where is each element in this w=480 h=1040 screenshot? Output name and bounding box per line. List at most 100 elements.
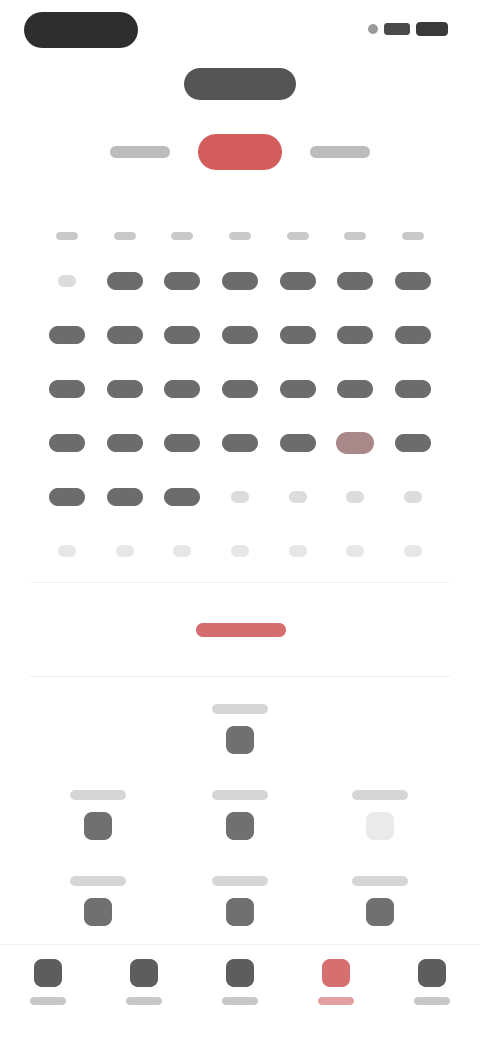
day-cell[interactable]	[106, 434, 143, 452]
day-cell[interactable]	[279, 272, 316, 290]
tab-4-active[interactable]	[318, 959, 354, 1005]
day-cell[interactable]	[106, 272, 143, 290]
day-cell[interactable]	[221, 434, 258, 452]
calendar-week-row	[38, 362, 442, 416]
day-cell[interactable]	[164, 434, 201, 452]
day-cell[interactable]	[346, 491, 365, 503]
day-cell[interactable]	[346, 545, 365, 557]
day-cell[interactable]	[404, 491, 423, 503]
weekday-label	[171, 232, 194, 240]
day-cell[interactable]	[221, 272, 258, 290]
divider	[30, 676, 450, 677]
day-cell[interactable]	[48, 326, 85, 344]
tab-label	[126, 997, 162, 1005]
segment-left[interactable]	[110, 146, 170, 158]
quick-action-item[interactable]	[70, 876, 126, 926]
weekday-label	[113, 232, 136, 240]
quick-action-label	[70, 790, 126, 800]
weekday-label	[344, 232, 367, 240]
day-cell[interactable]	[279, 380, 316, 398]
day-cell[interactable]	[57, 275, 76, 287]
day-cell[interactable]	[395, 434, 432, 452]
weekday-label	[55, 232, 78, 240]
weekday-label	[286, 232, 309, 240]
quick-action-icon	[226, 812, 254, 840]
day-cell[interactable]	[395, 272, 432, 290]
quick-action-item[interactable]	[212, 704, 268, 754]
quick-action-icon	[226, 726, 254, 754]
day-cell[interactable]	[221, 380, 258, 398]
calendar-week-row	[38, 524, 442, 578]
day-cell[interactable]	[279, 326, 316, 344]
day-cell[interactable]	[164, 272, 201, 290]
quick-action-icon	[366, 898, 394, 926]
quick-action-item[interactable]	[352, 790, 408, 840]
day-cell[interactable]	[404, 545, 423, 557]
day-cell[interactable]	[279, 434, 316, 452]
day-cell[interactable]	[230, 545, 249, 557]
quick-action-label	[352, 790, 408, 800]
signal-icon	[384, 23, 410, 35]
page-title	[184, 68, 296, 100]
view-mode-segmented-control[interactable]	[110, 132, 370, 172]
tab-label	[222, 997, 258, 1005]
segment-right[interactable]	[310, 146, 370, 158]
quick-actions-grid	[0, 690, 480, 950]
day-cell[interactable]	[337, 380, 374, 398]
day-cell[interactable]	[57, 545, 76, 557]
tab-5[interactable]	[414, 959, 450, 1005]
day-cell[interactable]	[288, 545, 307, 557]
quick-action-item[interactable]	[352, 876, 408, 926]
weekday-label	[402, 232, 425, 240]
segment-center-active[interactable]	[198, 134, 282, 170]
day-cell[interactable]	[395, 326, 432, 344]
divider	[30, 582, 450, 583]
quick-action-item[interactable]	[70, 790, 126, 840]
quick-action-icon	[366, 812, 394, 840]
tab-2-icon	[130, 959, 158, 987]
quick-action-label	[70, 876, 126, 886]
quick-action-icon	[226, 898, 254, 926]
tab-3[interactable]	[222, 959, 258, 1005]
quick-action-icon	[84, 812, 112, 840]
tab-label	[414, 997, 450, 1005]
day-cell[interactable]	[164, 380, 201, 398]
calendar-week-row	[38, 470, 442, 524]
day-cell[interactable]	[48, 488, 85, 506]
quick-action-icon	[84, 898, 112, 926]
quick-action-label	[212, 790, 268, 800]
quick-action-item[interactable]	[212, 790, 268, 840]
day-cell[interactable]	[48, 380, 85, 398]
day-cell[interactable]	[115, 545, 134, 557]
tab-label	[30, 997, 66, 1005]
tab-1[interactable]	[30, 959, 66, 1005]
day-cell[interactable]	[164, 488, 201, 506]
day-cell[interactable]	[230, 491, 249, 503]
day-cell-today[interactable]	[336, 432, 375, 454]
tab-5-icon	[418, 959, 446, 987]
day-cell[interactable]	[173, 545, 192, 557]
day-cell[interactable]	[106, 488, 143, 506]
day-cell[interactable]	[106, 326, 143, 344]
tab-1-icon	[34, 959, 62, 987]
day-cell[interactable]	[48, 434, 85, 452]
weekday-label	[228, 232, 251, 240]
quick-action-item[interactable]	[212, 876, 268, 926]
day-cell[interactable]	[221, 326, 258, 344]
day-cell[interactable]	[164, 326, 201, 344]
quick-action-label	[212, 876, 268, 886]
day-cell[interactable]	[337, 272, 374, 290]
quick-action-label	[212, 704, 268, 714]
tab-2[interactable]	[126, 959, 162, 1005]
calendar-week-row	[38, 254, 442, 308]
day-cell[interactable]	[288, 491, 307, 503]
battery-icon	[416, 22, 448, 36]
status-bar-indicators	[368, 22, 448, 36]
day-cell[interactable]	[106, 380, 143, 398]
day-cell[interactable]	[337, 326, 374, 344]
day-cell[interactable]	[395, 380, 432, 398]
bottom-tab-bar	[0, 944, 480, 1040]
today-link[interactable]	[196, 623, 286, 637]
weekday-header-row	[38, 218, 442, 254]
calendar-week-row	[38, 308, 442, 362]
